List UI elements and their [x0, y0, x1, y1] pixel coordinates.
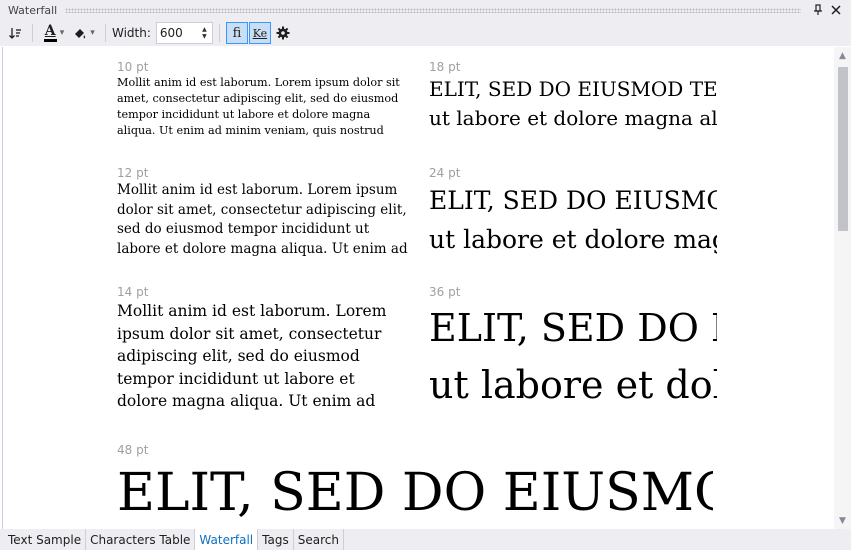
sample-text-line: ELIT, SED DO EIUSMOD	[117, 463, 713, 523]
scrollbar-thumb[interactable]	[838, 67, 848, 231]
size-label: 14 pt	[117, 285, 149, 299]
waterfall-cell-24pt: 24 pt ELIT, SED DO EIUSMOD ut labore et …	[429, 166, 717, 266]
scroll-down-icon[interactable]: ▼	[834, 512, 851, 529]
chevron-down-icon[interactable]: ▼	[202, 33, 207, 40]
width-stepper[interactable]: ▲ ▼	[155, 22, 213, 44]
toolbar-separator	[32, 24, 33, 42]
panel-title-bar: Waterfall	[0, 0, 851, 20]
gear-icon	[276, 26, 290, 40]
waterfall-cell-10pt: 10 pt Mollit anim id est laborum. Lorem …	[117, 60, 409, 142]
toolbar: A ▾ ▾ Width: ▲ ▼ fi Ke	[0, 20, 851, 46]
close-icon[interactable]	[827, 1, 845, 19]
toolbar-separator	[105, 24, 106, 42]
sample-text-line: ELIT, SED DO EIUSMOD	[429, 306, 717, 350]
size-label: 10 pt	[117, 60, 149, 74]
sample-text-line: ut labore et dolore magna	[429, 225, 717, 254]
size-label: 36 pt	[429, 285, 461, 299]
title-bar-grip[interactable]	[65, 7, 801, 13]
fill-icon	[75, 29, 86, 39]
size-label: 18 pt	[429, 60, 461, 74]
chevron-down-icon: ▾	[90, 28, 95, 38]
waterfall-cell-36pt: 36 pt ELIT, SED DO EIUSMOD ut labore et …	[429, 285, 717, 415]
sample-text: Mollit anim id est laborum. Lorem ipsum …	[117, 76, 400, 137]
text-color-button[interactable]: A ▾	[39, 22, 69, 44]
sample-text: Mollit anim id est laborum. Lorem ipsum …	[117, 182, 408, 257]
panel-title: Waterfall	[8, 3, 58, 17]
pin-icon[interactable]	[809, 1, 827, 19]
toolbar-separator	[218, 24, 220, 42]
width-label: Width:	[112, 26, 151, 40]
waterfall-cell-12pt: 12 pt Mollit anim id est laborum. Lorem …	[117, 166, 409, 260]
text-color-swatch	[43, 38, 57, 42]
chevron-down-icon: ▾	[59, 28, 65, 38]
settings-button[interactable]	[272, 22, 294, 44]
sample-text-line: ELIT, SED DO EIUSMOD	[429, 186, 717, 215]
sample-text: Mollit anim id est laborum. Lorem ipsum …	[117, 302, 387, 410]
waterfall-cell-18pt: 18 pt ELIT, SED DO EIUSMOD TEMPOR ut lab…	[429, 60, 717, 138]
size-label: 48 pt	[117, 443, 149, 457]
stepper-arrows[interactable]: ▲ ▼	[197, 23, 212, 43]
text-color-icon: A	[44, 22, 56, 39]
sample-text-line: ut labore et dolore	[429, 363, 717, 407]
background-color-button[interactable]: ▾	[69, 22, 99, 44]
sort-icon[interactable]	[4, 22, 26, 44]
tab-waterfall[interactable]: Waterfall	[195, 529, 259, 550]
tab-characters-table[interactable]: Characters Table	[86, 529, 196, 550]
vertical-scrollbar[interactable]: ▲ ▼	[834, 47, 851, 529]
size-label: 24 pt	[429, 166, 461, 180]
waterfall-view[interactable]: 10 pt Mollit anim id est laborum. Lorem …	[2, 47, 851, 529]
width-input[interactable]	[156, 23, 197, 43]
waterfall-cell-14pt: 14 pt Mollit anim id est laborum. Lorem …	[117, 285, 409, 415]
tab-text-sample[interactable]: Text Sample	[0, 529, 87, 550]
waterfall-cell-48pt: 48 pt ELIT, SED DO EIUSMOD	[117, 443, 713, 529]
tab-search[interactable]: Search	[294, 529, 344, 550]
scroll-up-icon[interactable]: ▲	[834, 47, 851, 64]
chevron-up-icon[interactable]: ▲	[202, 26, 207, 33]
kerning-toggle[interactable]: Ke	[248, 22, 271, 44]
size-label: 12 pt	[117, 166, 149, 180]
sample-text-line: ut labore et dolore magna aliqua	[429, 106, 717, 130]
panel-tab-strip: Text Sample Characters Table Waterfall T…	[0, 529, 851, 550]
sample-text-line: ELIT, SED DO EIUSMOD TEMPOR	[429, 77, 717, 101]
ligatures-toggle[interactable]: fi	[225, 22, 248, 44]
tab-tags[interactable]: Tags	[258, 529, 294, 550]
